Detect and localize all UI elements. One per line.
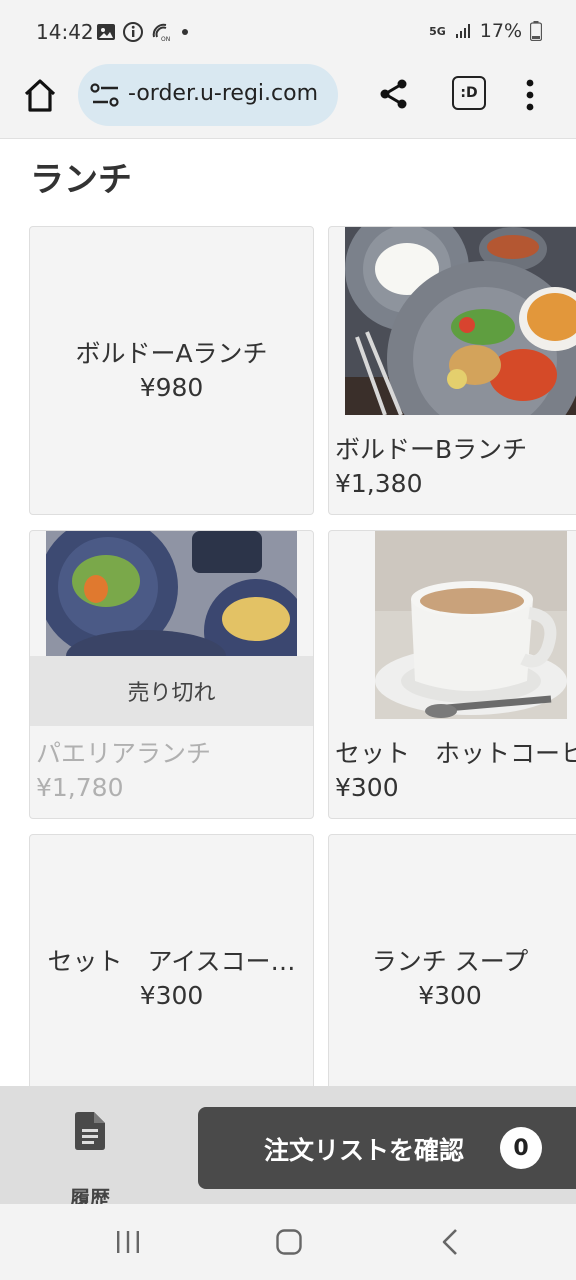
product-price: ¥1,380	[335, 469, 423, 498]
product-name: セット アイスコー…	[47, 947, 296, 976]
product-name: ボルドーBランチ	[335, 435, 528, 464]
share-icon	[380, 79, 407, 109]
status-left-icons: ON	[96, 20, 192, 44]
site-settings-icon[interactable]	[90, 82, 122, 110]
product-image	[375, 531, 567, 719]
product-card[interactable]: ボルドーAランチ ¥980	[29, 226, 314, 515]
svg-text:ON: ON	[161, 36, 170, 43]
url-text: -order.u-regi.com	[128, 81, 319, 106]
order-count-badge: 0	[500, 1127, 542, 1169]
battery-percent: 17%	[479, 20, 522, 42]
product-card[interactable]: 売り切れ パエリアランチ ¥1,780	[29, 530, 314, 819]
address-bar[interactable]: -order.u-regi.com	[78, 64, 338, 126]
product-name: セット ホットコーヒー	[335, 739, 576, 768]
dex-button[interactable]: :D	[452, 76, 486, 110]
system-nav-bar	[0, 1204, 576, 1280]
battery-icon	[530, 21, 542, 41]
back-icon[interactable]	[440, 1228, 460, 1256]
view-order-list-button[interactable]: 注文リストを確認 0	[198, 1107, 576, 1189]
product-price: ¥300	[335, 773, 399, 802]
order-list-label: 注文リストを確認	[264, 1136, 465, 1165]
status-bar: 14:42 ON 5G 17%	[0, 0, 576, 64]
signal-icon	[455, 24, 470, 38]
more-options-button[interactable]	[520, 78, 540, 116]
product-image	[46, 531, 297, 656]
gallery-icon	[97, 24, 115, 40]
network-label: 5G	[429, 24, 446, 38]
home-icon	[24, 79, 56, 112]
home-button[interactable]	[20, 76, 60, 116]
recents-icon[interactable]	[114, 1230, 142, 1254]
product-name: ランチ スープ	[371, 947, 529, 976]
product-price: ¥980	[139, 373, 204, 402]
bottom-action-bar: 履歴 注文リストを確認 0	[0, 1086, 576, 1210]
nfc-icon: ON	[152, 23, 170, 43]
share-button[interactable]	[378, 77, 410, 115]
status-right: 5G 17%	[429, 20, 542, 42]
dex-icon: :D	[460, 85, 478, 101]
product-card[interactable]: ランチ スープ ¥300	[328, 834, 576, 1123]
history-button[interactable]: 履歴	[40, 1106, 140, 1210]
dot-icon	[182, 29, 188, 35]
sold-out-badge: 売り切れ	[30, 656, 313, 726]
more-vert-icon	[526, 79, 534, 111]
product-price: ¥300	[139, 981, 204, 1010]
status-time: 14:42	[36, 20, 94, 44]
product-name: ボルドーAランチ	[75, 339, 268, 368]
product-card[interactable]: セット アイスコー… ¥300	[29, 834, 314, 1123]
product-name: パエリアランチ	[36, 739, 212, 768]
product-price: ¥300	[418, 981, 482, 1010]
product-card[interactable]: ボルドーBランチ ¥1,380	[328, 226, 576, 515]
product-image	[345, 227, 576, 415]
home-nav-icon[interactable]	[276, 1229, 302, 1255]
info-icon	[123, 22, 143, 42]
product-card[interactable]: セット ホットコーヒー ¥300	[328, 530, 576, 819]
document-icon	[75, 1112, 105, 1150]
product-price: ¥1,780	[36, 773, 124, 802]
category-title: ランチ	[30, 160, 132, 200]
browser-toolbar: -order.u-regi.com :D	[0, 64, 576, 139]
